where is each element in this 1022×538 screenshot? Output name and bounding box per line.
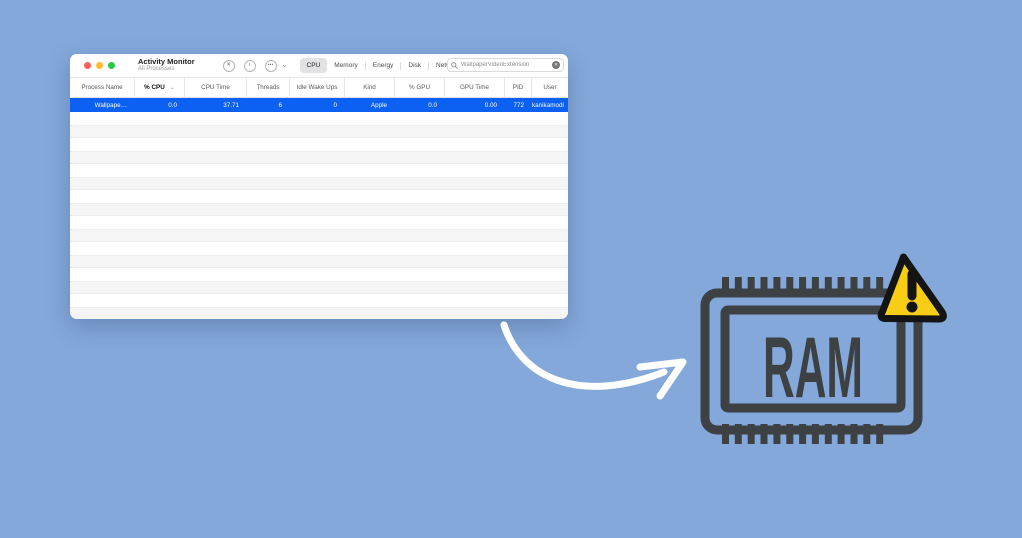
- empty-table-row: [70, 125, 568, 138]
- empty-table-row: [70, 268, 568, 281]
- search-clear-button[interactable]: ✕: [552, 61, 560, 69]
- traffic-lights: [84, 62, 115, 69]
- window-title: Activity Monitor: [138, 58, 195, 66]
- window-toolbar: Activity Monitor All Processes ✕ i ••• ⌄ CP…: [70, 54, 568, 78]
- search-input[interactable]: WallpaperVideoExtension ✕: [447, 58, 564, 72]
- empty-table-row: [70, 151, 568, 164]
- activity-monitor-window: Activity Monitor All Processes ✕ i ••• ⌄ CP…: [70, 54, 568, 319]
- minimize-button[interactable]: [96, 62, 103, 69]
- selected-row-cell: 0: [290, 102, 345, 109]
- quit-process-button[interactable]: ✕: [223, 60, 235, 72]
- ram-chip-illustration: RAM: [670, 240, 982, 460]
- selected-row-cell: Wallpape…: [70, 102, 135, 109]
- page-background: Activity Monitor All Processes ✕ i ••• ⌄ CP…: [0, 0, 1022, 538]
- table-body: [70, 112, 568, 319]
- empty-table-row: [70, 203, 568, 216]
- ram-label: RAM: [763, 320, 863, 416]
- empty-table-row: [70, 255, 568, 268]
- close-button[interactable]: [84, 62, 91, 69]
- selected-row-cell: 0.00: [445, 102, 505, 109]
- column-header-pid[interactable]: PID: [505, 78, 532, 97]
- column-header-kind[interactable]: Kind: [345, 78, 395, 97]
- view-tabs: CPUMemoryEnergyDiskNetwork: [300, 58, 467, 73]
- tab-memory[interactable]: Memory: [327, 58, 364, 73]
- zoom-button[interactable]: [108, 62, 115, 69]
- column-header-threads[interactable]: Threads: [247, 78, 290, 97]
- warning-triangle-icon: [881, 257, 943, 319]
- column-header-user[interactable]: User: [532, 78, 568, 97]
- table-header: Process Name% CPU⌄CPU TimeThreadsIdle Wa…: [70, 78, 568, 98]
- selected-row-cell: kanikamodi: [532, 102, 568, 109]
- inspect-process-button[interactable]: i: [244, 60, 256, 72]
- sort-chevron-icon: ⌄: [170, 84, 175, 91]
- tab-disk[interactable]: Disk: [401, 58, 428, 73]
- more-options-button[interactable]: •••: [265, 60, 277, 72]
- window-subtitle: All Processes: [138, 66, 195, 72]
- chevron-down-icon: ⌄: [282, 61, 288, 69]
- window-title-block: Activity Monitor All Processes: [138, 58, 195, 72]
- column-header-process-name[interactable]: Process Name: [70, 78, 135, 97]
- selected-row-cell: 37.71: [185, 102, 247, 109]
- empty-table-row: [70, 138, 568, 151]
- tab-energy[interactable]: Energy: [366, 58, 401, 73]
- empty-table-row: [70, 177, 568, 190]
- empty-table-row: [70, 112, 568, 125]
- column-header--cpu[interactable]: % CPU⌄: [135, 78, 185, 97]
- empty-table-row: [70, 242, 568, 255]
- empty-table-row: [70, 229, 568, 242]
- empty-table-row: [70, 190, 568, 203]
- empty-table-row: [70, 216, 568, 229]
- selected-row-cell: 6: [247, 102, 290, 109]
- column-header-idle-wake-ups[interactable]: Idle Wake Ups: [290, 78, 345, 97]
- toolbar-buttons: ✕ i ••• ⌄: [223, 60, 288, 72]
- column-header--gpu[interactable]: % GPU: [395, 78, 445, 97]
- selected-row-cell: 0.0: [395, 102, 445, 109]
- selected-row-cell: Apple: [345, 102, 395, 109]
- empty-table-row: [70, 281, 568, 294]
- empty-table-row: [70, 164, 568, 177]
- selected-process-row[interactable]: Wallpape…0.037.7160Apple0.00.00772kanika…: [70, 98, 568, 112]
- search-icon: [451, 62, 458, 69]
- search-value: WallpaperVideoExtension: [461, 62, 552, 68]
- selected-row-cell: 0.0: [135, 102, 185, 109]
- column-header-gpu-time[interactable]: GPU Time: [445, 78, 505, 97]
- tab-cpu[interactable]: CPU: [300, 58, 328, 73]
- column-header-cpu-time[interactable]: CPU Time: [185, 78, 247, 97]
- selected-row-cell: 772: [505, 102, 532, 109]
